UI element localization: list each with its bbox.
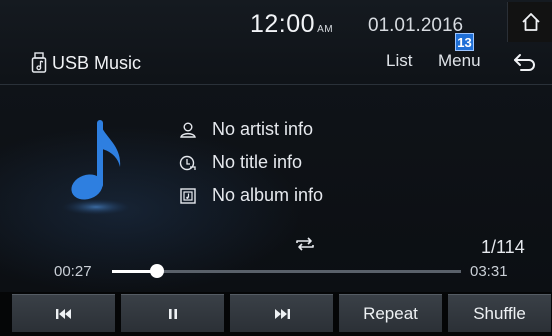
previous-icon <box>55 308 71 319</box>
controls-bar: Repeat Shuffle <box>0 292 552 336</box>
usb-icon <box>31 52 47 73</box>
time-elapsed: 00:27 <box>54 263 92 280</box>
progress-bar[interactable] <box>112 264 461 278</box>
pause-icon <box>168 308 177 319</box>
next-icon <box>274 308 290 319</box>
music-note-icon <box>62 120 130 215</box>
album-text: No album info <box>212 185 324 205</box>
shuffle-button[interactable]: Shuffle <box>448 294 551 332</box>
clock: 12:00 AM <box>250 10 333 39</box>
album-icon <box>178 186 198 206</box>
album-row: No album info <box>178 185 323 206</box>
repeat-icon <box>296 237 314 251</box>
title-text: No title info <box>212 152 303 172</box>
home-button[interactable] <box>507 2 552 42</box>
menu-button[interactable]: Menu <box>438 51 481 71</box>
pause-button[interactable] <box>121 294 224 332</box>
date: 01.01.2016 <box>368 15 464 36</box>
usb-music-screen: 12:00 AM 01.01.2016 USB Music List Menu 1… <box>0 0 552 336</box>
title-icon <box>178 153 198 173</box>
home-icon <box>521 13 540 31</box>
next-button[interactable] <box>230 294 333 332</box>
progress-knob[interactable] <box>150 264 165 278</box>
repeat-button[interactable]: Repeat <box>339 294 442 332</box>
clock-ampm: AM <box>317 24 334 35</box>
list-button[interactable]: List <box>386 51 412 71</box>
artist-icon <box>178 120 198 140</box>
track-counter: 1/114 <box>481 237 525 257</box>
previous-button[interactable] <box>12 294 115 332</box>
artist-text: No artist info <box>212 119 314 139</box>
back-icon[interactable] <box>512 52 538 72</box>
page-title: USB Music <box>52 53 142 73</box>
artist-row: No artist info <box>178 119 313 140</box>
title-row: No title info <box>178 152 302 173</box>
menu-badge: 13 <box>455 33 474 51</box>
time-total: 03:31 <box>470 263 508 280</box>
clock-time: 12:00 <box>250 10 316 38</box>
